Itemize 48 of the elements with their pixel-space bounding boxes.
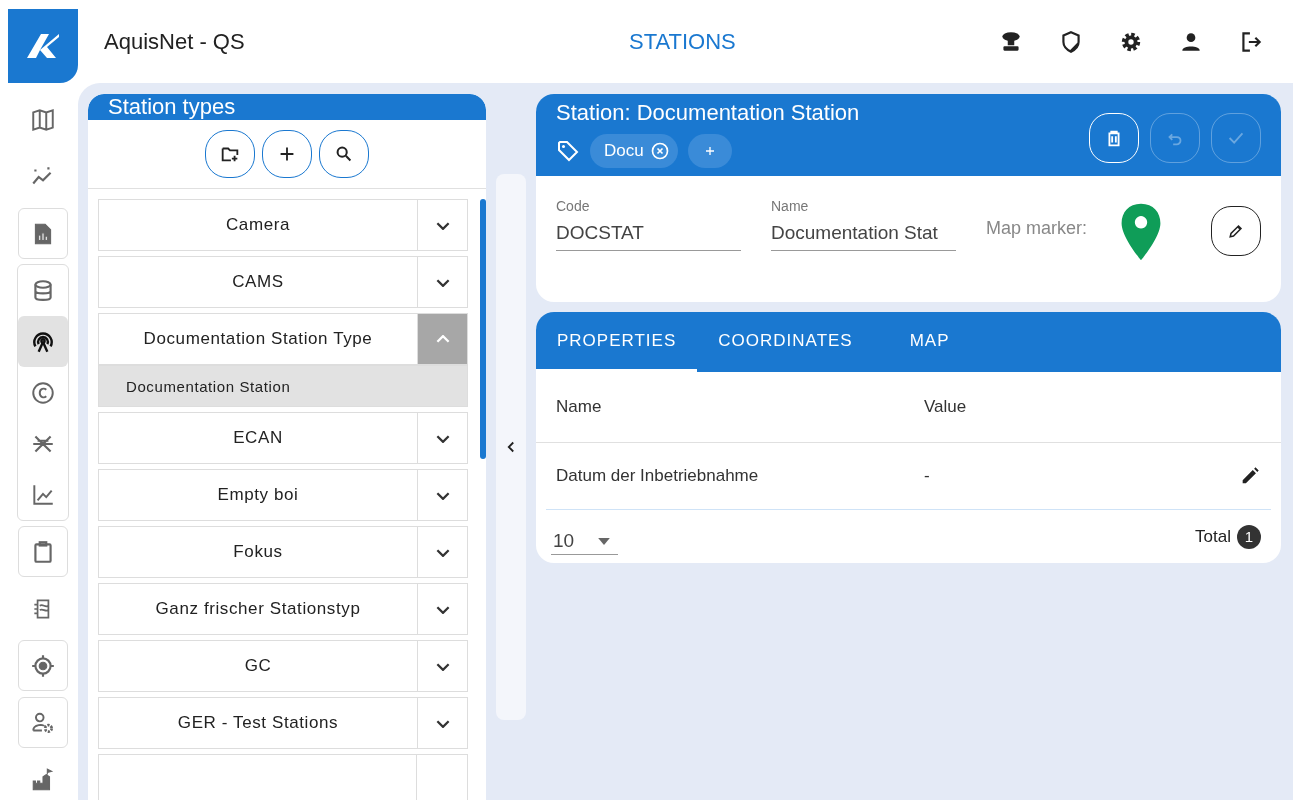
text-field[interactable]: Name Documentation Stat	[771, 198, 956, 251]
table-cell-text: -	[924, 466, 931, 486]
tab[interactable]: PROPERTIES	[536, 312, 698, 372]
total-badge: 1	[1237, 524, 1261, 549]
chevron-icon	[435, 220, 450, 230]
tab[interactable]: MAP	[873, 312, 971, 372]
remove-tag-icon[interactable]	[649, 141, 670, 161]
column-header: Value	[924, 397, 968, 417]
report-nav-item[interactable]	[18, 208, 68, 259]
page-title: STATIONS	[629, 28, 736, 55]
delete-button[interactable]	[1089, 113, 1139, 163]
add-folder-button[interactable]	[205, 130, 255, 178]
expand-toggle[interactable]	[417, 314, 467, 364]
tag-chip[interactable]: Docu	[590, 134, 678, 168]
table-cell-text: Datum der Inbetriebnahme	[556, 466, 760, 486]
user-settings-nav-item[interactable]	[18, 697, 68, 748]
app-title: AquisNet - QS	[104, 28, 245, 55]
map-icon	[30, 106, 56, 133]
chevron-icon	[435, 490, 450, 500]
dropdown-caret-icon	[598, 537, 611, 545]
target-nav-item[interactable]	[18, 640, 68, 691]
scrollbar-thumb[interactable]	[480, 199, 486, 459]
map-marker-label: Map marker:	[986, 218, 1088, 239]
chevron-icon	[435, 604, 450, 614]
page-size-select[interactable]: 10	[551, 524, 619, 555]
chevron-icon	[435, 718, 450, 728]
castle-icon	[30, 766, 56, 793]
antenna-nav-item[interactable]	[18, 316, 68, 367]
tab[interactable]: COORDINATES	[697, 312, 874, 372]
chevron-icon	[435, 277, 450, 287]
add-button[interactable]	[262, 130, 312, 178]
panel-title: Station types	[108, 94, 236, 120]
edit-button[interactable]	[1211, 206, 1261, 256]
chevron-icon	[435, 334, 450, 344]
app-logo[interactable]	[8, 9, 78, 83]
clipboard-nav-item[interactable]	[18, 526, 68, 577]
search-button[interactable]	[319, 130, 369, 178]
total-label: Total	[1195, 526, 1231, 547]
chevron-icon	[435, 433, 450, 443]
station-title: Station: Documentation Station	[556, 100, 860, 126]
target-icon	[30, 652, 56, 679]
chevron-icon	[435, 547, 450, 557]
column-header: Name	[556, 397, 603, 417]
copyright-icon	[30, 379, 56, 406]
text-field[interactable]: Code DOCSTAT	[556, 198, 741, 251]
chevron-icon	[435, 661, 450, 671]
tag-icon	[556, 139, 580, 163]
station-item[interactable]: Documentation Station	[98, 365, 468, 407]
